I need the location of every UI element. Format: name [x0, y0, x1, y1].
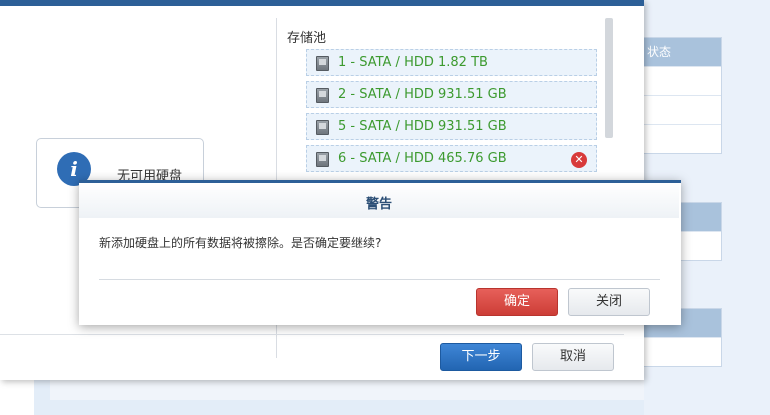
disk-item[interactable]: 1 - SATA / HDD 1.82 TB [306, 49, 597, 76]
disk-item[interactable]: 2 - SATA / HDD 931.51 GB [306, 81, 597, 108]
next-button[interactable]: 下一步 [440, 343, 522, 371]
background-table-header: 状态 [637, 38, 721, 66]
table-row [637, 95, 721, 124]
disk-item[interactable]: 6 - SATA / HDD 465.76 GB ✕ [306, 145, 597, 172]
disk-item[interactable]: 5 - SATA / HDD 931.51 GB [306, 113, 597, 140]
wizard-title-bar [0, 0, 644, 6]
hard-disk-icon [316, 56, 329, 71]
scrollbar-thumb[interactable] [605, 18, 613, 138]
table-row [637, 124, 721, 153]
pool-scrollbar[interactable] [605, 18, 613, 138]
table-row [637, 66, 721, 95]
hard-disk-icon [316, 88, 329, 103]
background-status-table: 状态 [636, 37, 722, 154]
disk-label: 6 - SATA / HDD 465.76 GB [338, 151, 507, 166]
warning-message: 新添加硬盘上的所有数据将被擦除。是否确定要继续? [99, 236, 382, 250]
warning-dialog-header: 警告 [79, 183, 679, 218]
disk-label: 1 - SATA / HDD 1.82 TB [338, 55, 488, 70]
confirm-button[interactable]: 确定 [476, 288, 558, 316]
disk-label: 2 - SATA / HDD 931.51 GB [338, 87, 507, 102]
warning-dialog: 警告 新添加硬盘上的所有数据将被擦除。是否确定要继续? 确定 关闭 [79, 180, 681, 325]
warning-dialog-title: 警告 [365, 197, 392, 212]
hard-disk-icon [316, 120, 329, 135]
cancel-button[interactable]: 取消 [532, 343, 614, 371]
table-row [637, 337, 721, 366]
hard-disk-icon [316, 152, 329, 167]
close-button[interactable]: 关闭 [568, 288, 650, 316]
wizard-footer-divider [0, 334, 624, 335]
storage-pool-title: 存储池 [287, 31, 327, 46]
disk-label: 5 - SATA / HDD 931.51 GB [338, 119, 507, 134]
warning-dialog-divider [99, 279, 660, 280]
remove-disk-icon[interactable]: ✕ [571, 152, 587, 168]
